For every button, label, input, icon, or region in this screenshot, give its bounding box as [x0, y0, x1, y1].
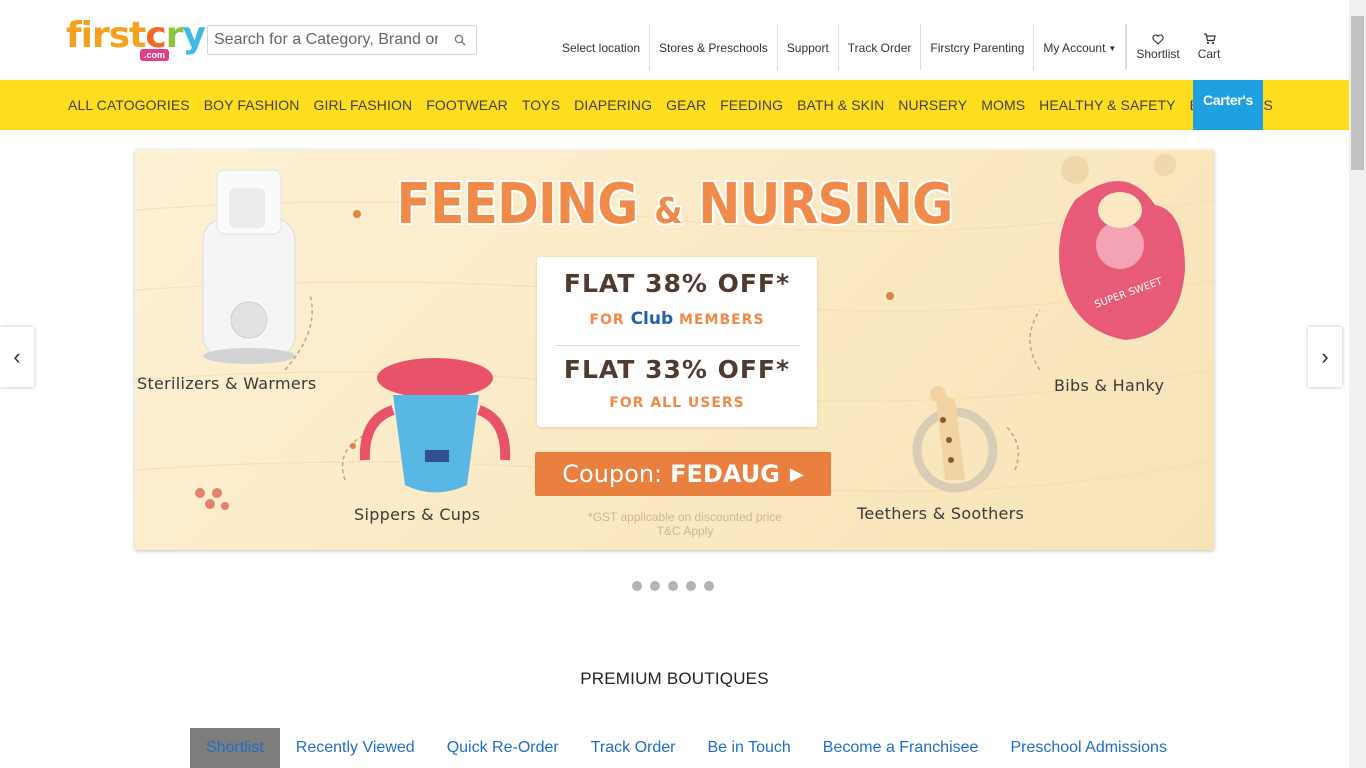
search-input[interactable]	[208, 26, 438, 54]
sippy-cup-illustration	[359, 358, 511, 493]
label-sterilizers-warmers: Sterilizers & Warmers	[137, 374, 317, 393]
tab-be-in-touch[interactable]: Be in Touch	[691, 728, 806, 768]
heart-icon	[1152, 33, 1164, 45]
play-arrow-icon: ▶	[789, 463, 804, 485]
select-location-link[interactable]: Select location	[553, 24, 651, 70]
carousel-dot[interactable]	[704, 581, 714, 591]
tab-shortlist[interactable]: Shortlist	[190, 728, 280, 768]
carousel-dot[interactable]	[650, 581, 660, 591]
track-order-link[interactable]: Track Order	[839, 24, 922, 70]
nav-item-boy-fashion[interactable]: BOY FASHION	[197, 97, 307, 113]
club-offer-members: MEMBERS	[679, 312, 765, 328]
banner-headline-part2: NURSING	[698, 172, 953, 237]
nav-item-girl-fashion[interactable]: GIRL FASHION	[307, 97, 420, 113]
coupon-banner[interactable]: Coupon: FEDAUG ▶	[535, 452, 831, 496]
firstcry-logo[interactable]: firstcry .com	[66, 15, 206, 62]
nav-item-diapering[interactable]: DIAPERING	[567, 97, 659, 113]
logo-part-first: first	[66, 15, 146, 56]
carousel-dot[interactable]	[632, 581, 642, 591]
offer-box: FLAT 38% OFF* FOR Club MEMBERS FLAT 33% …	[537, 257, 817, 427]
carters-brand-tab[interactable]: Carter's	[1193, 80, 1263, 130]
caret-down-icon: ▼	[1108, 43, 1117, 53]
tab-quick-reorder[interactable]: Quick Re-Order	[431, 728, 575, 768]
header-links: Select location Stores & Preschools Supp…	[553, 24, 1229, 70]
label-bibs-hanky: Bibs & Hanky	[1054, 376, 1165, 395]
nav-item-feeding[interactable]: FEEDING	[713, 97, 790, 113]
nav-item-gear[interactable]: GEAR	[659, 97, 713, 113]
stores-preschools-link[interactable]: Stores & Preschools	[650, 24, 778, 70]
nav-item-toys[interactable]: TOYS	[515, 97, 567, 113]
cart-icon	[1203, 33, 1216, 45]
all-users-offer-subtext: FOR ALL USERS	[609, 395, 745, 411]
hero-banner[interactable]: FEEDING & NURSING FLAT 38% OFF* FOR Club…	[135, 150, 1214, 550]
gst-note-line2: T&C Apply	[656, 524, 714, 538]
teether-illustration	[912, 386, 998, 493]
banner-headline: FEEDING & NURSING	[189, 172, 1160, 237]
nav-item-footwear[interactable]: FOOTWEAR	[419, 97, 515, 113]
tab-preschool-admissions[interactable]: Preschool Admissions	[994, 728, 1183, 768]
label-sippers-cups: Sippers & Cups	[354, 505, 481, 524]
nav-item-all-categories[interactable]: ALL CATOGORIES	[61, 97, 197, 113]
coupon-code: FEDAUG	[670, 460, 780, 488]
carousel-dots	[632, 581, 714, 591]
banner-headline-part1: FEEDING	[396, 172, 638, 237]
nav-item-bath-skin[interactable]: BATH & SKIN	[790, 97, 891, 113]
logo-com-badge: .com	[140, 49, 170, 61]
shortlist-label: Shortlist	[1136, 46, 1180, 61]
nav-item-moms[interactable]: MOMS	[974, 97, 1032, 113]
logo-part-y: y	[182, 15, 206, 56]
gst-note-line1: *GST applicable on discounted price	[588, 510, 782, 524]
shortlist-link[interactable]: Shortlist	[1126, 24, 1188, 70]
coupon-label: Coupon:	[562, 460, 663, 488]
search-box	[207, 25, 477, 55]
gst-note: *GST applicable on discounted price T&C …	[555, 510, 815, 538]
label-teethers-soothers: Teethers & Soothers	[857, 504, 1025, 523]
page-scrollbar[interactable]	[1349, 0, 1366, 768]
category-nav-items: ALL CATOGORIES BOY FASHION GIRL FASHION …	[61, 80, 1280, 130]
nav-item-nursery[interactable]: NURSERY	[891, 97, 974, 113]
support-link[interactable]: Support	[778, 24, 839, 70]
search-icon[interactable]	[454, 34, 466, 46]
carousel-prev-button[interactable]: ‹	[0, 327, 34, 387]
my-account-label: My Account	[1043, 41, 1106, 55]
offer-divider	[555, 345, 799, 346]
category-navbar: ALL CATOGORIES BOY FASHION GIRL FASHION …	[0, 80, 1349, 130]
firstcry-parenting-link[interactable]: Firstcry Parenting	[921, 24, 1035, 70]
my-account-menu[interactable]: My Account ▼	[1034, 24, 1127, 70]
premium-boutiques-heading: PREMIUM BOUTIQUES	[580, 669, 769, 688]
club-logo-text: Club	[630, 309, 674, 329]
banner-headline-amp: &	[654, 191, 682, 232]
nav-item-healthy-safety[interactable]: HEALTHY & SAFETY	[1032, 97, 1182, 113]
tab-track-order[interactable]: Track Order	[575, 728, 692, 768]
all-users-offer-text: FLAT 33% OFF*	[563, 355, 791, 384]
tab-recently-viewed[interactable]: Recently Viewed	[280, 728, 431, 768]
carousel-dot[interactable]	[668, 581, 678, 591]
club-offer-subtext: FOR Club MEMBERS	[537, 309, 817, 329]
tab-become-franchisee[interactable]: Become a Franchisee	[807, 728, 995, 768]
scrollbar-thumb[interactable]	[1351, 16, 1364, 170]
site-header: firstcry .com Select location Stores & P…	[0, 0, 1349, 80]
club-offer-for: FOR	[589, 312, 625, 328]
cart-label: Cart	[1197, 47, 1221, 61]
carousel-dot[interactable]	[686, 581, 696, 591]
carousel-next-button[interactable]: ›	[1308, 327, 1342, 387]
bottom-tabs: Shortlist Recently Viewed Quick Re-Order…	[190, 728, 1183, 768]
cart-link[interactable]: Cart	[1189, 24, 1230, 70]
club-offer-text: FLAT 38% OFF*	[563, 269, 791, 298]
